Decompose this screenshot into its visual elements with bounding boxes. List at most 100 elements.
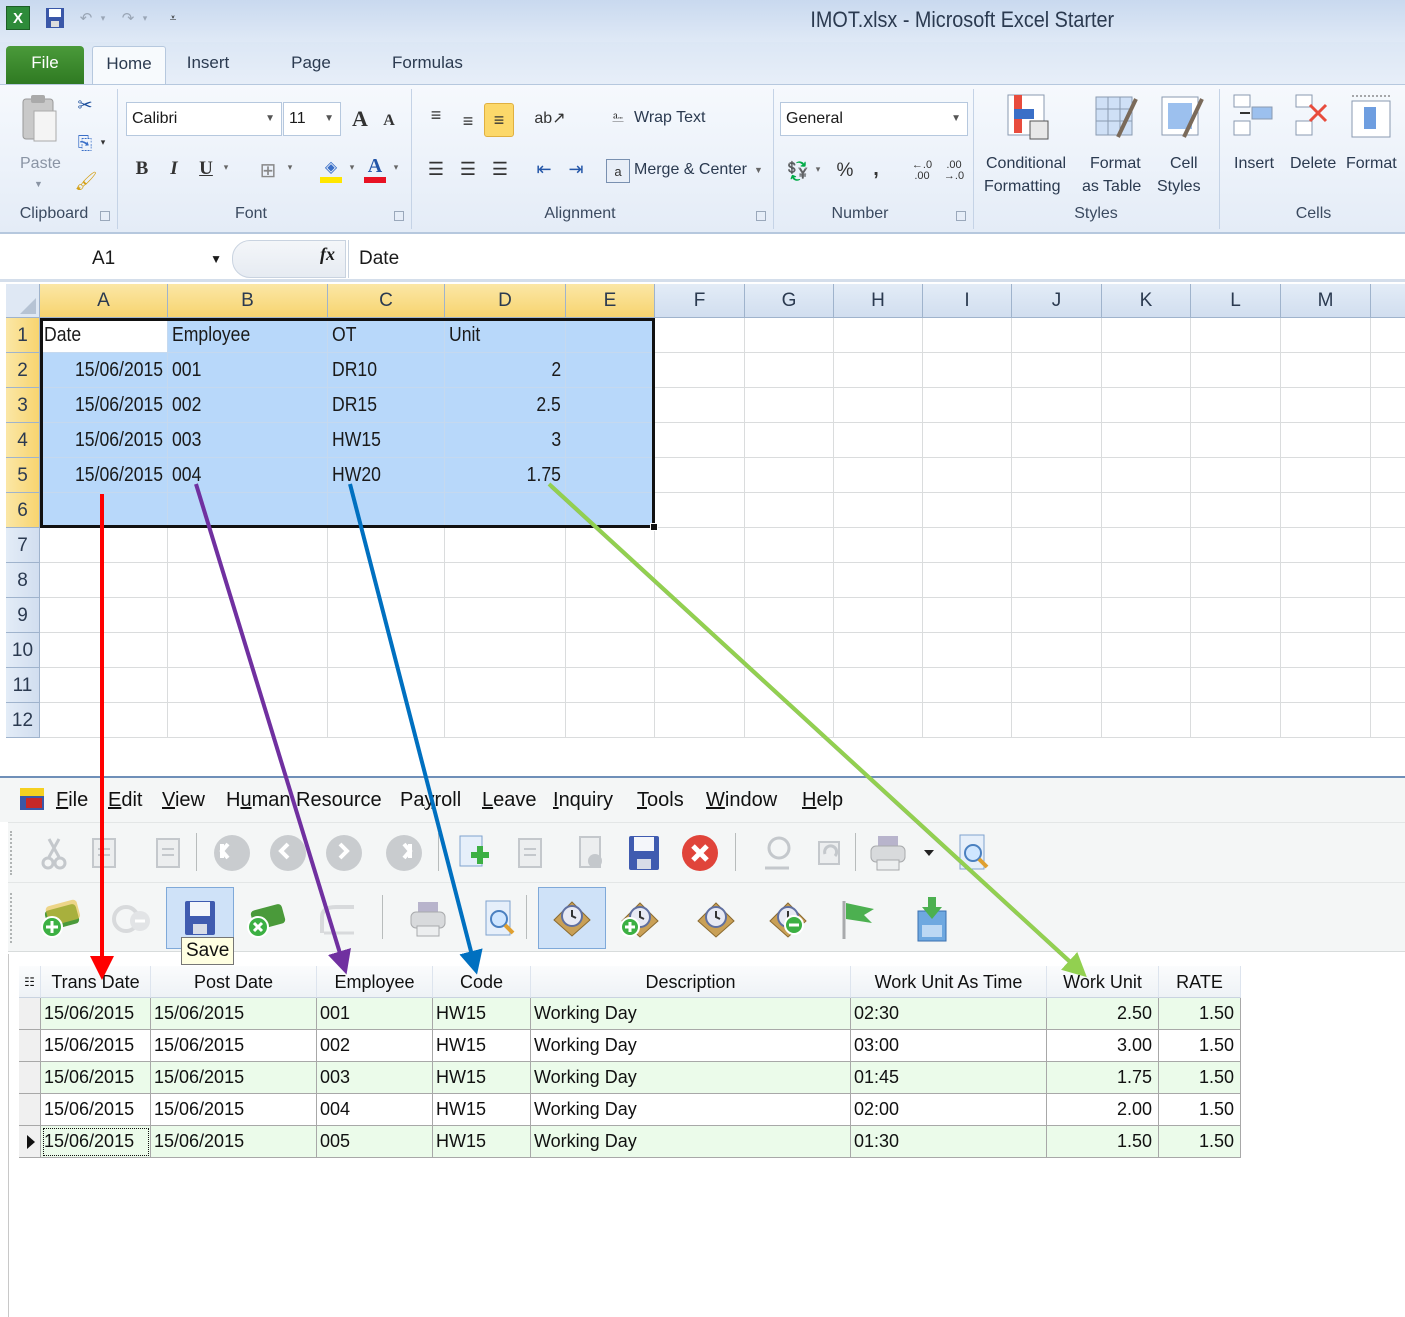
cell-i4[interactable] xyxy=(923,423,1012,458)
cell-n5[interactable] xyxy=(1371,458,1405,493)
font-launcher-icon[interactable] xyxy=(394,211,404,221)
grid-cell-rate[interactable]: 1.50 xyxy=(1159,1126,1241,1158)
paste-icon[interactable] xyxy=(146,831,190,875)
menu-human-resource[interactable]: Human Resource xyxy=(226,789,382,812)
underline-button[interactable]: U xyxy=(194,155,218,183)
grid-cell-work-unit-as-time[interactable]: 01:45 xyxy=(851,1062,1047,1094)
grid-cell-description[interactable]: Working Day xyxy=(531,1030,851,1062)
grid-cell-rate[interactable]: 1.50 xyxy=(1159,1030,1241,1062)
grid-cell-work-unit[interactable]: 1.75 xyxy=(1047,1062,1159,1094)
cell-k7[interactable] xyxy=(1102,528,1191,563)
row-indicator[interactable] xyxy=(19,998,41,1030)
fill-handle[interactable] xyxy=(650,523,658,531)
tab-page-layout[interactable]: Page Layout xyxy=(266,46,356,106)
undo-icon[interactable] xyxy=(310,891,366,947)
worksheet-grid[interactable]: A B C D E F G H I J K L M 1 Date Employee OT Unit 2 15/06/2… xyxy=(6,284,1405,744)
grid-cell-work-unit-as-time[interactable]: 02:30 xyxy=(851,998,1047,1030)
cell-c2[interactable]: DR10 xyxy=(328,353,445,388)
row-header-8[interactable]: 8 xyxy=(6,563,40,598)
format-painter-icon[interactable]: 🖌 xyxy=(74,169,98,193)
format-as-table-icon[interactable] xyxy=(1094,93,1138,139)
cell-h1[interactable] xyxy=(834,318,923,353)
format-cells-button[interactable]: Format xyxy=(1346,155,1397,173)
cell-k11[interactable] xyxy=(1102,668,1191,703)
cell-d7[interactable] xyxy=(445,528,566,563)
cell-j5[interactable] xyxy=(1012,458,1102,493)
cell-d3[interactable]: 2.5 xyxy=(445,388,566,423)
cell-j9[interactable] xyxy=(1012,598,1102,633)
cell-g11[interactable] xyxy=(745,668,834,703)
tab-file[interactable]: File xyxy=(6,46,84,84)
row-header-11[interactable]: 11 xyxy=(6,668,40,703)
delete-record-icon[interactable] xyxy=(568,831,612,875)
cell-m11[interactable] xyxy=(1281,668,1371,703)
cell-k2[interactable] xyxy=(1102,353,1191,388)
cell-b11[interactable] xyxy=(168,668,328,703)
cell-h3[interactable] xyxy=(834,388,923,423)
merge-center-icon[interactable]: a xyxy=(606,159,630,183)
cell-l8[interactable] xyxy=(1191,563,1281,598)
row-header-2[interactable]: 2 xyxy=(6,353,40,388)
cell-l1[interactable] xyxy=(1191,318,1281,353)
cell-k8[interactable] xyxy=(1102,563,1191,598)
align-left-icon[interactable]: ☰ xyxy=(424,157,448,181)
format-as-table-button[interactable]: Format xyxy=(1090,155,1141,173)
cell-i9[interactable] xyxy=(923,598,1012,633)
cell-h9[interactable] xyxy=(834,598,923,633)
cell-h6[interactable] xyxy=(834,493,923,528)
cell-n7[interactable] xyxy=(1371,528,1405,563)
print-icon[interactable] xyxy=(400,891,456,947)
grid-cell-work-unit[interactable]: 2.00 xyxy=(1047,1094,1159,1126)
increase-indent-icon[interactable]: ⇥ xyxy=(564,157,588,181)
cell-i11[interactable] xyxy=(923,668,1012,703)
add-transaction-icon[interactable] xyxy=(32,891,88,947)
increase-decimal-icon[interactable]: ←.0.00 xyxy=(910,157,934,185)
cell-j4[interactable] xyxy=(1012,423,1102,458)
cell-j10[interactable] xyxy=(1012,633,1102,668)
cell-d9[interactable] xyxy=(445,598,566,633)
cell-l6[interactable] xyxy=(1191,493,1281,528)
grid-cell-work-unit-as-time[interactable]: 02:00 xyxy=(851,1094,1047,1126)
new-record-icon[interactable] xyxy=(452,831,496,875)
grid-cell-work-unit-as-time[interactable]: 01:30 xyxy=(851,1126,1047,1158)
cell-d1[interactable]: Unit xyxy=(445,318,566,353)
row-header-3[interactable]: 3 xyxy=(6,388,40,423)
column-chooser-icon[interactable]: ☷ xyxy=(19,966,41,998)
decrease-indent-icon[interactable]: ⇤ xyxy=(532,157,556,181)
cell-l9[interactable] xyxy=(1191,598,1281,633)
cell-j1[interactable] xyxy=(1012,318,1102,353)
grid-cell-code[interactable]: HW15 xyxy=(433,998,531,1030)
cell-m2[interactable] xyxy=(1281,353,1371,388)
paste-button[interactable]: Paste xyxy=(20,155,61,173)
menu-edit[interactable]: Edit xyxy=(108,789,142,812)
menu-view[interactable]: View xyxy=(162,789,205,812)
column-header-c[interactable]: C xyxy=(328,284,445,318)
cell-n11[interactable] xyxy=(1371,668,1405,703)
cell-l7[interactable] xyxy=(1191,528,1281,563)
grid-cell-work-unit[interactable]: 2.50 xyxy=(1047,998,1159,1030)
cell-c7[interactable] xyxy=(328,528,445,563)
row-indicator[interactable] xyxy=(19,1030,41,1062)
cell-i8[interactable] xyxy=(923,563,1012,598)
fill-color-dropdown-icon[interactable]: ▾ xyxy=(346,161,358,173)
cell-n4[interactable] xyxy=(1371,423,1405,458)
cancel-icon[interactable] xyxy=(678,831,722,875)
cell-k4[interactable] xyxy=(1102,423,1191,458)
cell-n10[interactable] xyxy=(1371,633,1405,668)
underline-dropdown-icon[interactable]: ▾ xyxy=(220,161,232,173)
menu-window[interactable]: Window xyxy=(706,789,777,812)
cell-l4[interactable] xyxy=(1191,423,1281,458)
cell-c1[interactable]: OT xyxy=(328,318,445,353)
save-icon[interactable] xyxy=(622,831,666,875)
cell-b10[interactable] xyxy=(168,633,328,668)
cell-g9[interactable] xyxy=(745,598,834,633)
cell-a8[interactable] xyxy=(40,563,168,598)
wrap-text-button[interactable]: Wrap Text xyxy=(634,109,705,127)
conditional-formatting-icon[interactable] xyxy=(1006,93,1050,140)
cell-h5[interactable] xyxy=(834,458,923,493)
number-format-combo[interactable]: General ▼ xyxy=(780,102,968,136)
grid-cell-rate[interactable]: 1.50 xyxy=(1159,998,1241,1030)
bold-button[interactable]: B xyxy=(130,155,154,183)
bottom-align-icon[interactable]: ≡ xyxy=(484,103,514,137)
menu-inquiry[interactable]: Inquiry xyxy=(553,789,613,812)
